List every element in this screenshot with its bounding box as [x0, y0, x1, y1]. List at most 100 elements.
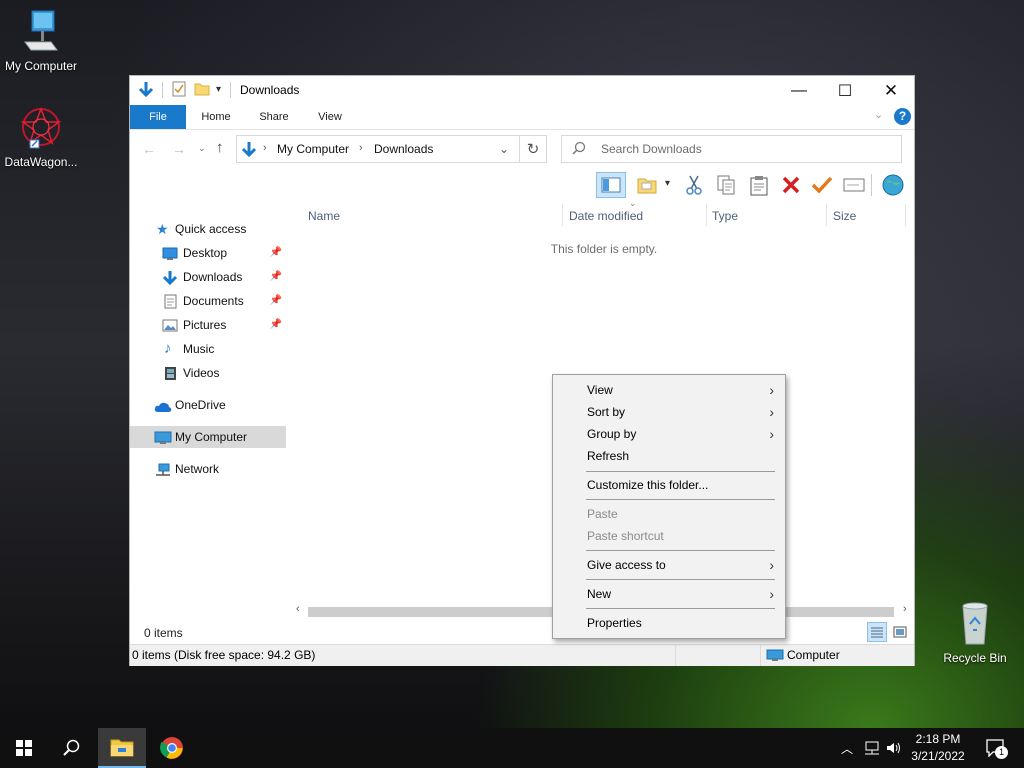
new-folder-icon[interactable] [194, 81, 210, 100]
network-status-icon[interactable] [862, 728, 882, 768]
close-button[interactable]: ✕ [868, 76, 914, 105]
up-arrow-icon[interactable]: ↑ [216, 139, 224, 156]
details-view-icon[interactable] [867, 622, 887, 642]
address-bar[interactable]: › My Computer › Downloads ⌄ [236, 135, 520, 163]
column-separator [562, 204, 563, 226]
cut-icon[interactable] [681, 172, 707, 198]
expand-ribbon-icon[interactable]: ⌄ [874, 108, 883, 121]
search-icon [572, 141, 586, 158]
recent-locations-chevron-icon[interactable]: ⌄ [198, 143, 206, 154]
taskbar: ︿ 2:18 PM 3/21/2022 1 [0, 728, 1024, 768]
menu-item-label: Customize this folder... [587, 478, 709, 492]
tab-share[interactable]: Share [246, 105, 302, 129]
menu-item-sort-by[interactable]: Sort by › [556, 401, 782, 423]
column-header-date-modified[interactable]: Date modified [569, 206, 643, 226]
nav-item-pictures[interactable]: Pictures 📌 [130, 314, 286, 336]
menu-item-paste-shortcut: Paste shortcut [556, 525, 782, 547]
globe-icon[interactable] [880, 172, 906, 198]
empty-folder-message: This folder is empty. [550, 242, 658, 256]
large-icons-view-icon[interactable] [890, 622, 910, 642]
download-arrow-icon [138, 81, 154, 102]
customize-quick-access-icon[interactable]: ▾ [216, 84, 221, 95]
delete-icon[interactable] [778, 172, 804, 198]
nav-item-documents[interactable]: Documents 📌 [130, 290, 286, 312]
download-arrow-icon [241, 141, 257, 162]
nav-item-music[interactable]: ♪ Music [130, 338, 286, 360]
pin-icon: 📌 [269, 271, 282, 282]
nav-item-desktop[interactable]: Desktop 📌 [130, 242, 286, 264]
minimize-button[interactable]: — [776, 76, 822, 105]
picture-icon [162, 318, 178, 332]
maximize-button[interactable]: ☐ [822, 76, 868, 105]
column-header-size[interactable]: Size [833, 206, 856, 226]
navigation-pane: ★ Quick access Desktop 📌 Downloads 📌 Doc… [130, 202, 288, 618]
start-icon [16, 740, 32, 756]
menu-item-properties[interactable]: Properties [556, 612, 782, 634]
menu-item-refresh[interactable]: Refresh [556, 445, 782, 467]
menu-item-label: New [587, 587, 612, 601]
address-history-chevron-icon[interactable]: ⌄ [499, 142, 509, 156]
search-box[interactable]: Search Downloads [561, 135, 902, 163]
menu-separator [586, 471, 775, 472]
nav-item-label: Videos [183, 366, 220, 380]
menu-item-group-by[interactable]: Group by › [556, 423, 782, 445]
title-bar[interactable]: ▾ Downloads — ☐ ✕ [130, 76, 914, 105]
nav-item-downloads[interactable]: Downloads 📌 [130, 266, 286, 288]
properties-check-icon[interactable] [172, 81, 186, 100]
column-header-type[interactable]: Type [712, 206, 738, 226]
paste-icon[interactable] [746, 172, 772, 198]
scroll-left-icon[interactable]: ‹ [296, 603, 300, 615]
nav-item-my-computer[interactable]: My Computer [130, 426, 286, 448]
menu-item-label: Properties [587, 616, 642, 630]
nav-item-label: Music [183, 342, 215, 356]
column-header-name[interactable]: Name [308, 206, 340, 226]
notification-count-badge: 1 [995, 746, 1008, 759]
window-title: Downloads [240, 83, 300, 97]
pin-icon: 📌 [269, 295, 282, 306]
search-icon [63, 739, 80, 756]
nav-item-label: Documents [183, 294, 244, 308]
nav-item-onedrive[interactable]: OneDrive [130, 394, 286, 416]
start-button[interactable] [0, 728, 48, 768]
details-status-bar: 0 items (Disk free space: 94.2 GB) Compu… [130, 644, 914, 666]
desktop-icon-label: Recycle Bin [943, 651, 1007, 665]
breadcrumb-my-computer[interactable]: My Computer [277, 142, 349, 156]
back-arrow-icon[interactable]: ← [142, 141, 156, 157]
forward-arrow-icon[interactable]: → [172, 141, 186, 157]
taskbar-file-explorer[interactable] [98, 728, 146, 768]
chevron-up-icon[interactable]: ︿ [838, 728, 856, 768]
volume-icon[interactable] [884, 728, 904, 768]
preview-pane-icon[interactable] [596, 172, 626, 198]
desktop-icon-datawagon[interactable]: DataWagon... [0, 104, 82, 169]
menu-item-customize-folder[interactable]: Customize this folder... [556, 474, 782, 496]
tab-file[interactable]: File [130, 105, 186, 129]
menu-separator [586, 499, 775, 500]
nav-item-network[interactable]: Network [130, 458, 286, 480]
check-icon[interactable] [809, 172, 835, 198]
search-button[interactable] [48, 728, 96, 768]
chevron-right-icon: › [769, 557, 774, 573]
notification-center-button[interactable]: 1 [980, 728, 1012, 768]
taskbar-clock[interactable]: 2:18 PM 3/21/2022 [906, 731, 970, 765]
breadcrumb-downloads[interactable]: Downloads [374, 142, 433, 156]
desktop-icon-my-computer[interactable]: My Computer [0, 8, 82, 73]
menu-item-new[interactable]: New › [556, 583, 782, 605]
tab-home[interactable]: Home [188, 105, 244, 129]
nav-item-videos[interactable]: Videos [130, 362, 286, 384]
chrome-icon [160, 737, 183, 759]
document-icon [164, 294, 180, 309]
taskbar-chrome[interactable] [148, 728, 196, 768]
scroll-right-icon[interactable]: › [903, 603, 907, 615]
menu-item-give-access-to[interactable]: Give access to › [556, 554, 782, 576]
nav-item-quick-access[interactable]: ★ Quick access [130, 218, 286, 240]
dropdown-chevron-icon[interactable]: ▾ [665, 178, 670, 189]
menu-item-view[interactable]: View › [556, 379, 782, 401]
desktop-icon-recycle-bin[interactable]: Recycle Bin [934, 600, 1016, 665]
copy-icon[interactable] [713, 172, 739, 198]
new-folder-icon[interactable] [634, 172, 660, 198]
tab-view[interactable]: View [302, 105, 358, 129]
help-icon[interactable]: ? [894, 108, 911, 125]
rename-icon[interactable] [841, 172, 867, 198]
item-count: 0 items [144, 626, 183, 640]
refresh-button[interactable]: ↻ [519, 135, 547, 163]
